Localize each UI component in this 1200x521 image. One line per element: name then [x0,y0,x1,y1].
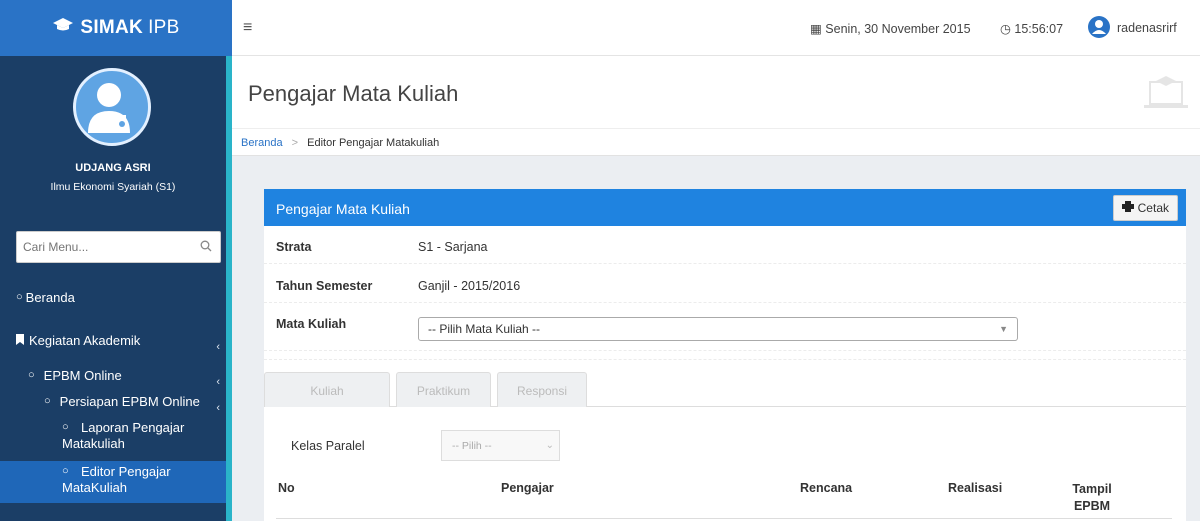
matkul-label: Mata Kuliah [276,317,347,331]
sidebar-item-label: Persiapan EPBM Online [59,394,200,409]
current-date: ▦ Senin, 30 November 2015 [810,21,971,36]
menu-toggle-icon[interactable]: ≡ [243,19,252,37]
column-header-no: No [278,481,295,495]
circle-icon: ○ [28,369,35,381]
graduation-cap-icon [52,17,74,39]
circle-icon: ○ [44,395,51,407]
brand-suffix: IPB [148,17,180,38]
breadcrumb-home[interactable]: Beranda [241,137,283,149]
semester-label: Tahun Semester [276,279,373,293]
print-label: Cetak [1137,201,1169,215]
column-header-pengajar: Pengajar [501,481,554,495]
page-header: Pengajar Mata Kuliah [232,56,1200,128]
strata-value: S1 - Sarjana [418,240,488,254]
chevron-left-icon: ‹ [216,402,220,414]
menu-search [16,231,221,263]
sidebar-item-beranda[interactable]: ○ Beranda [0,290,226,314]
user-program: Ilmu Ekonomi Syariah (S1) [50,181,176,193]
date-text: Senin, 30 November 2015 [825,22,971,36]
tab-label: Responsi [516,384,568,398]
sidebar-item-editor-pengajar[interactable]: ○ Editor Pengajar MataKuliah [0,461,226,503]
column-header-realisasi: Realisasi [948,481,1003,495]
bookmark-icon [16,334,24,348]
sidebar-item-kegiatan-akademik[interactable]: Kegiatan Akademik ‹ [0,333,226,357]
user-panel: UDJANG ASRI Ilmu Ekonomi Syariah (S1) [0,56,226,206]
avatar [73,68,151,146]
search-icon[interactable] [192,240,220,255]
circle-icon: ○ [62,421,69,433]
mata-kuliah-select[interactable]: -- Pilih Mata Kuliah -- ▼ [418,317,1018,341]
sidebar-item-label: Kegiatan Akademik [29,333,141,348]
kelas-paralel-label: Kelas Paralel [291,439,365,453]
circle-icon: ○ [16,291,23,303]
column-header-tampil-epbm: Tampil EPBM [1072,482,1112,513]
brand-logo[interactable]: SIMAK IPB [0,0,232,56]
current-time: ◷ 15:56:07 [1000,21,1063,36]
user-avatar-icon[interactable] [1088,16,1110,38]
user-name: UDJANG ASRI [75,162,151,174]
sidebar-item-label: Editor Pengajar MataKuliah [62,464,171,495]
print-button[interactable]: Cetak [1112,195,1178,221]
laptop-graduate-icon [1142,76,1190,112]
tab-label: Praktikum [416,384,471,398]
column-header-rencana: Rencana [800,481,853,495]
tab-praktikum[interactable]: Praktikum [396,372,491,407]
dropdown-caret-icon: ▼ [999,324,1008,334]
tab-responsi[interactable]: Responsi [497,372,587,407]
dropdown-caret-icon: ⌄ [545,440,554,451]
semester-value: Ganjil - 2015/2016 [418,279,521,293]
breadcrumb-separator: > [291,137,299,149]
sidebar-item-label: Beranda [25,290,75,305]
mata-kuliah-select-value: -- Pilih Mata Kuliah -- [428,322,541,336]
clock-icon: ◷ [1000,22,1011,36]
brand-name: SIMAK [80,17,144,38]
sidebar: SIMAK IPB UDJANG ASRI Ilmu Ekonomi Syari… [0,0,232,521]
chevron-left-icon: ‹ [216,376,220,388]
strata-row: Strata S1 - Sarjana [264,226,1186,264]
topbar: ≡ ▦ Senin, 30 November 2015 ◷ 15:56:07 r… [232,0,1200,56]
chevron-left-icon: ‹ [216,341,220,353]
pengajar-panel: Pengajar Mata Kuliah Cetak Strata S1 - S… [264,189,1186,521]
tab-kuliah[interactable]: Kuliah [264,372,390,407]
sidebar-item-epbm-online[interactable]: ○ EPBM Online ‹ [0,368,226,392]
kelas-paralel-select[interactable]: -- Pilih -- ⌄ [441,430,560,461]
username-link[interactable]: radenasrirf [1117,21,1177,35]
menu-search-input[interactable] [17,240,192,254]
page-title: Pengajar Mata Kuliah [248,81,459,106]
divider [264,351,1186,360]
panel-title: Pengajar Mata Kuliah [276,201,410,217]
strata-label: Strata [276,240,312,254]
semester-row: Tahun Semester Ganjil - 2015/2016 [264,264,1186,303]
tab-bar: Kuliah Praktikum Responsi [264,372,1186,407]
calendar-icon: ▦ [810,22,822,36]
circle-icon: ○ [62,465,69,477]
table-header: No Pengajar Rencana Realisasi Tampil EPB… [276,477,1172,519]
breadcrumb-current: Editor Pengajar Matakuliah [307,137,440,149]
time-text: 15:56:07 [1014,22,1064,36]
sidebar-item-label: Laporan Pengajar Matakuliah [62,420,185,451]
sidebar-item-persiapan-epbm[interactable]: ○ Persiapan EPBM Online ‹ [0,394,226,418]
breadcrumb: Beranda > Editor Pengajar Matakuliah [232,128,1200,156]
sidebar-item-laporan-pengajar[interactable]: ○ Laporan Pengajar Matakuliah [0,420,226,462]
sidebar-item-label: EPBM Online [43,368,122,383]
printer-icon [1121,201,1134,215]
panel-header: Pengajar Mata Kuliah Cetak [264,189,1186,226]
kelas-paralel-select-value: -- Pilih -- [452,440,492,452]
tab-label: Kuliah [310,384,344,398]
